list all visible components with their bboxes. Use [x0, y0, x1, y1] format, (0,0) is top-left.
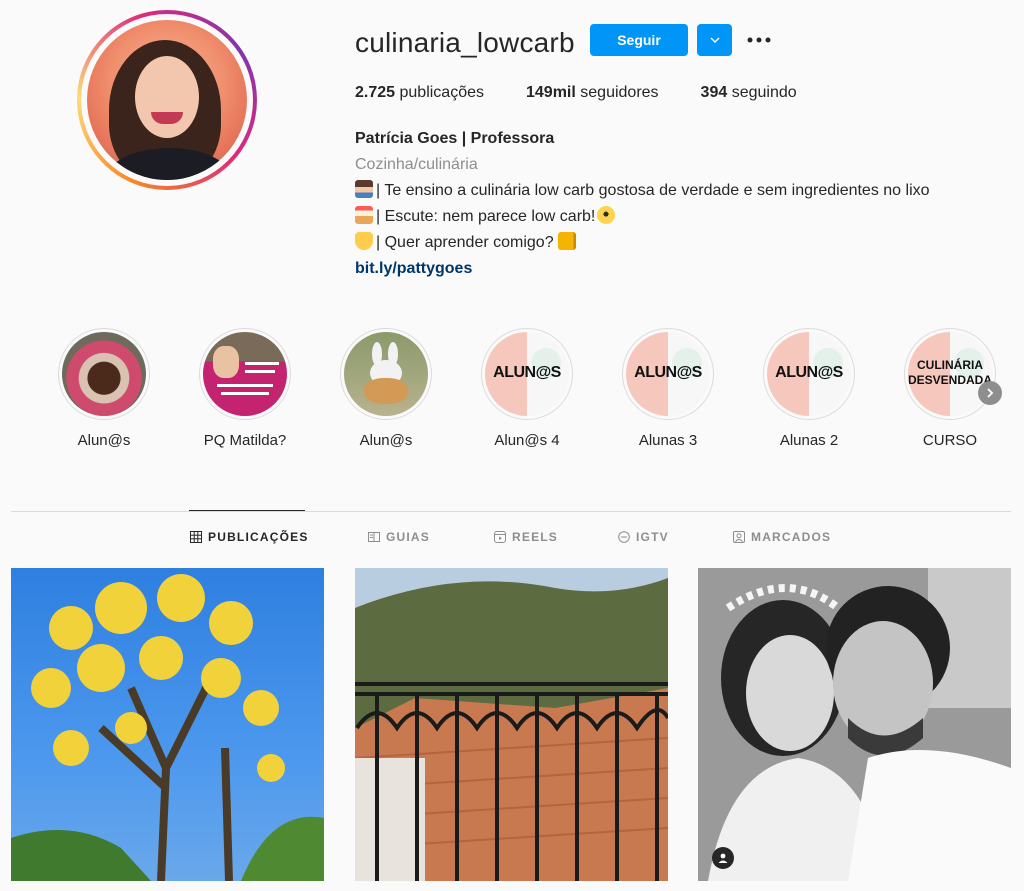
more-options-icon[interactable]	[745, 28, 773, 52]
highlight-label: CURSO	[922, 432, 978, 449]
guide-icon	[368, 532, 380, 542]
profile-tabs: PUBLICAÇÕES GUIAS REELS IGTV MARCADOS	[0, 530, 1024, 550]
highlight-cover: ALUN@S	[626, 332, 710, 416]
tab-reels[interactable]: REELS	[494, 530, 558, 544]
profile-stats: 2.725 publicações 149mil seguidores 394 …	[355, 84, 839, 102]
highlight-label: Alunas 2	[779, 432, 839, 449]
avatar-photo	[87, 20, 247, 180]
highlight-cover	[344, 332, 428, 416]
highlight-label: Alun@s	[359, 432, 413, 449]
posts-stat: 2.725 publicações	[355, 84, 484, 101]
highlight-cover	[62, 332, 146, 416]
profile-full-name: Patrícia Goes | Professora	[355, 130, 555, 147]
chevron-down-icon	[710, 37, 719, 43]
highlight-item[interactable]: ALUN@S Alunas 3	[608, 328, 728, 449]
story-highlights: Alun@s PQ Matilda? Alun@s ALUN@S Alun@s …	[0, 328, 1024, 458]
cake-emoji-icon	[355, 206, 373, 224]
highlight-label: Alunas 3	[638, 432, 698, 449]
tabs-divider	[11, 511, 1011, 512]
profile-category: Cozinha/culinária	[355, 156, 478, 173]
chevron-right-icon	[987, 388, 994, 398]
post-image	[698, 568, 1011, 881]
followers-stat[interactable]: 149mil seguidores	[526, 84, 659, 102]
post-thumbnail[interactable]	[11, 568, 324, 881]
profile-username: culinaria_lowcarb	[355, 27, 575, 58]
post-image	[11, 574, 324, 881]
highlight-item[interactable]: ALUN@S Alun@s 4	[467, 328, 587, 449]
grid-icon	[190, 531, 202, 543]
teacher-emoji-icon	[355, 180, 373, 198]
highlight-label: PQ Matilda?	[203, 432, 287, 449]
tab-guias[interactable]: GUIAS	[368, 530, 430, 544]
post-image	[355, 568, 668, 881]
tab-publicacoes[interactable]: PUBLICAÇÕES	[190, 530, 309, 544]
point-down-emoji-icon	[355, 232, 373, 250]
highlight-item[interactable]: Alun@s	[326, 328, 446, 449]
profile-avatar[interactable]	[77, 10, 257, 190]
suggested-dropdown-button[interactable]	[697, 24, 732, 56]
highlight-item[interactable]: Alun@s	[44, 328, 164, 449]
highlight-cover: CULINÁRIA DESVENDADA	[908, 332, 992, 416]
highlight-label: Alun@s 4	[494, 432, 560, 449]
igtv-icon	[618, 531, 630, 543]
book-emoji-icon	[558, 232, 577, 250]
bio-line-2: | Escute: nem parece low carb!	[355, 204, 930, 230]
follow-button[interactable]: Seguir	[590, 24, 688, 56]
tab-igtv[interactable]: IGTV	[618, 530, 669, 544]
highlight-cover: ALUN@S	[485, 332, 569, 416]
post-thumbnail[interactable]	[698, 568, 1011, 881]
active-tab-indicator	[189, 510, 305, 511]
profile-bio: Patrícia Goes | Professora Cozinha/culin…	[355, 126, 930, 282]
bio-line-1: | Te ensino a culinária low carb gostosa…	[355, 178, 930, 204]
tab-marcados[interactable]: MARCADOS	[733, 530, 831, 544]
highlights-next-button[interactable]	[978, 381, 1002, 405]
highlight-item[interactable]: PQ Matilda?	[185, 328, 305, 449]
bio-line-3: | Quer aprender comigo?	[355, 230, 930, 256]
scream-emoji-icon	[597, 206, 616, 224]
post-thumbnail[interactable]	[355, 568, 668, 881]
following-stat[interactable]: 394 seguindo	[701, 84, 797, 102]
tagged-user-icon[interactable]	[712, 847, 734, 869]
highlight-cover: ALUN@S	[767, 332, 851, 416]
bio-link[interactable]: bit.ly/pattygoes	[355, 256, 930, 282]
highlight-item[interactable]: ALUN@S Alunas 2	[749, 328, 869, 449]
tagged-icon	[733, 531, 745, 543]
reels-icon	[494, 531, 506, 543]
highlight-cover	[203, 332, 287, 416]
highlight-label: Alun@s	[77, 432, 131, 449]
